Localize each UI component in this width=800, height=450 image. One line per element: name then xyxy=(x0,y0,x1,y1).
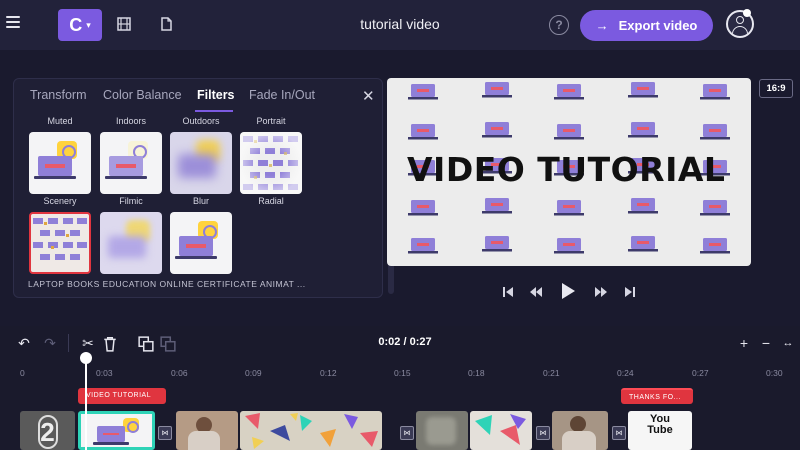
clip-person-3[interactable] xyxy=(552,411,608,450)
tick-label: 0:24 xyxy=(617,368,634,378)
tick-label: 0:12 xyxy=(320,368,337,378)
minus-icon[interactable]: − xyxy=(758,335,774,351)
clip-person-2[interactable] xyxy=(416,411,468,450)
film-icon[interactable] xyxy=(116,16,132,32)
clip-person-1[interactable] xyxy=(176,411,238,450)
filter-label-portrait: Portrait xyxy=(256,116,286,126)
filter-thumb-selected[interactable] xyxy=(29,212,91,274)
tick-label: 0:27 xyxy=(692,368,709,378)
filter-label-blur: Blur xyxy=(192,196,209,206)
playhead[interactable] xyxy=(85,356,87,450)
filter-label-outdoors: Outdoors xyxy=(182,116,220,126)
countdown-number: 2 xyxy=(40,417,55,447)
filter-thumb-filmic[interactable] xyxy=(100,132,162,194)
filter-thumb-original[interactable] xyxy=(170,212,232,274)
filter-thumb-radial[interactable] xyxy=(240,132,302,194)
tick-label: 0:15 xyxy=(394,368,411,378)
tick-label: 0 xyxy=(20,368,25,378)
transition-icon[interactable]: ⋈ xyxy=(536,426,550,440)
transition-icon[interactable]: ⋈ xyxy=(612,426,626,440)
scissors-icon[interactable]: ✂ xyxy=(80,335,96,351)
menu-icon[interactable] xyxy=(6,16,20,28)
tick-label: 0:06 xyxy=(171,368,188,378)
youtube-logo: You Tube xyxy=(647,413,673,436)
clip-shapes-2[interactable] xyxy=(470,411,532,450)
top-bar: C ▾ tutorial video ? → Export video xyxy=(0,0,800,50)
filter-label-filmic: Filmic xyxy=(119,196,143,206)
undo-icon[interactable]: ↶ xyxy=(16,335,32,351)
filter-thumb-blur[interactable] xyxy=(170,132,232,194)
stock-tags: LAPTOP BOOKS EDUCATION ONLINE CERTIFICAT… xyxy=(28,279,306,289)
clip-shapes[interactable] xyxy=(240,411,382,450)
arrow-right-icon: → xyxy=(595,18,609,33)
close-icon[interactable]: ✕ xyxy=(362,87,375,105)
video-preview[interactable]: VIDEO TUTORIAL xyxy=(387,78,751,266)
help-icon[interactable]: ? xyxy=(549,15,569,35)
tab-filters[interactable]: Filters xyxy=(197,88,235,102)
toolbar-divider xyxy=(68,334,69,352)
filter-thumb-soft[interactable] xyxy=(100,212,162,274)
filter-label-radial: Radial xyxy=(258,196,284,206)
brand-letter: C xyxy=(69,14,83,35)
active-tab-indicator xyxy=(195,110,233,112)
fast-forward-icon[interactable] xyxy=(594,286,608,298)
project-title[interactable]: tutorial video xyxy=(300,16,500,32)
tab-fade-in-out[interactable]: Fade In/Out xyxy=(249,88,315,102)
current-time: 0:02 / 0:27 xyxy=(378,336,432,348)
play-icon[interactable] xyxy=(560,282,576,300)
chevron-down-icon: ▾ xyxy=(86,19,91,30)
tab-color-balance[interactable]: Color Balance xyxy=(103,88,182,102)
clip-countdown[interactable]: 2 xyxy=(20,411,75,450)
skip-forward-icon[interactable] xyxy=(624,286,636,298)
plus-icon[interactable]: + xyxy=(736,335,752,351)
duplicate-icon[interactable] xyxy=(138,336,154,352)
filters-panel: Transform Color Balance Filters Fade In/… xyxy=(13,78,394,298)
clip-laptop-selected[interactable] xyxy=(78,411,155,450)
tick-label: 0:09 xyxy=(245,368,262,378)
preview-title-text: VIDEO TUTORIAL xyxy=(407,150,726,189)
notification-dot xyxy=(743,9,751,17)
rewind-icon[interactable] xyxy=(529,286,543,298)
playhead-handle[interactable] xyxy=(80,352,92,364)
tab-transform[interactable]: Transform xyxy=(30,88,87,102)
tick-label: 0:03 xyxy=(96,368,113,378)
brand-menu-button[interactable]: C ▾ xyxy=(58,9,102,41)
split-icon[interactable] xyxy=(160,336,176,352)
fit-icon[interactable]: ↔ xyxy=(780,335,796,351)
tick-label: 0:18 xyxy=(468,368,485,378)
transition-icon[interactable]: ⋈ xyxy=(158,426,172,440)
text-clip-thanks[interactable]: THANKS FO... xyxy=(621,388,693,404)
transition-icon[interactable]: ⋈ xyxy=(400,426,414,440)
export-label: Export video xyxy=(618,18,698,33)
clip-youtube[interactable]: You Tube xyxy=(628,411,692,450)
time-ruler[interactable]: 0 0:03 0:06 0:09 0:12 0:15 0:18 0:21 0:2… xyxy=(0,360,800,382)
filter-thumb-scenery[interactable] xyxy=(29,132,91,194)
trash-icon[interactable] xyxy=(102,336,118,352)
filter-label-indoors: Indoors xyxy=(115,116,147,126)
export-video-button[interactable]: → Export video xyxy=(580,10,713,41)
timeline: ↶ ↷ ✂ 0:02 / 0:27 + − ↔ 0 0:03 0:06 0:09… xyxy=(0,326,800,450)
skip-back-icon[interactable] xyxy=(502,286,514,298)
filter-label-muted: Muted xyxy=(47,116,73,126)
tick-label: 0:30 xyxy=(766,368,783,378)
document-icon[interactable] xyxy=(158,16,174,32)
redo-icon[interactable]: ↷ xyxy=(42,335,58,351)
filter-label-scenery: Scenery xyxy=(43,196,77,206)
tick-label: 0:21 xyxy=(543,368,560,378)
text-clip-video-tutorial[interactable]: VIDEO TUTORIAL xyxy=(78,388,166,404)
aspect-ratio-button[interactable]: 16:9 xyxy=(759,79,793,98)
